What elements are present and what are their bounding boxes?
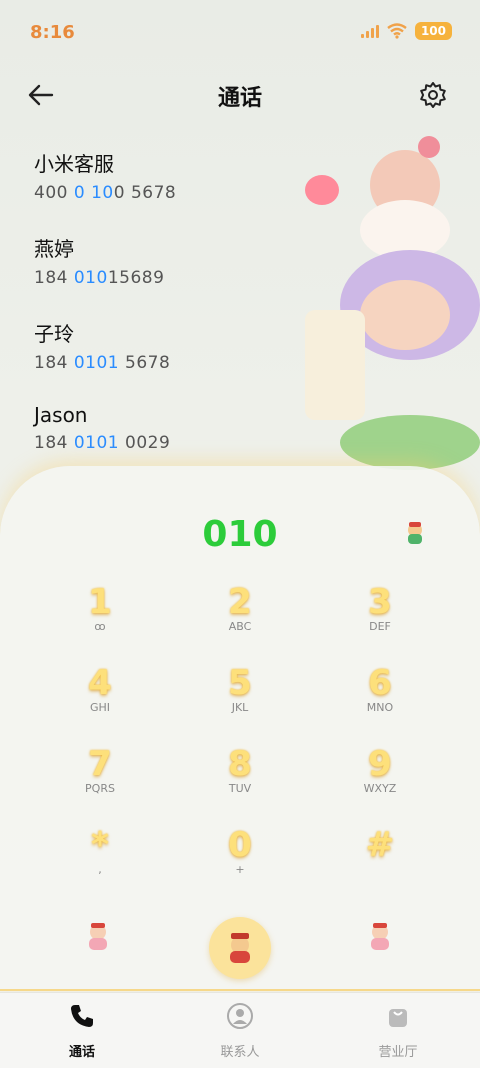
contact-name: 子玲 <box>34 322 74 346</box>
contact-name: 燕婷 <box>34 237 74 261</box>
mascot-illustration <box>300 130 480 470</box>
mascot-call-icon <box>230 933 250 963</box>
page-title: 通话 <box>217 86 262 111</box>
mascot-right-icon[interactable] <box>364 920 396 952</box>
contact-number: 184 0101 5678 <box>34 353 171 373</box>
key-star[interactable]: * , <box>40 825 160 895</box>
key-3[interactable]: 3 DEF <box>320 582 440 652</box>
contact-number: 184 0101 0029 <box>34 433 171 453</box>
gear-icon[interactable] <box>418 80 448 110</box>
tab-calls[interactable]: 通话 <box>22 1001 142 1060</box>
phone-icon <box>71 1005 93 1027</box>
call-button[interactable] <box>209 917 271 979</box>
contact-name: 小米客服 <box>34 152 114 176</box>
key-5[interactable]: 5 JKL <box>180 663 300 733</box>
contact-item[interactable]: 子玲 184 0101 5678 <box>34 318 294 403</box>
contact-number: 184 01015689 <box>34 268 165 288</box>
status-bar: 8:16 100 <box>0 0 480 64</box>
contact-item[interactable]: 燕婷 184 01015689 <box>34 233 294 318</box>
signal-icon <box>360 24 379 38</box>
status-time: 8:16 <box>30 22 75 43</box>
status-icons: 100 <box>360 22 452 40</box>
battery-icon: 100 <box>414 22 452 40</box>
key-4[interactable]: 4 GHI <box>40 663 160 733</box>
wifi-icon <box>387 23 407 39</box>
key-2[interactable]: 2 ABC <box>180 582 300 652</box>
contacts-icon <box>227 1003 253 1029</box>
key-7[interactable]: 7 PQRS <box>40 744 160 814</box>
recent-contacts-list: 小米客服 400 0 100 5678 燕婷 184 01015689 子玲 1… <box>34 148 294 488</box>
contact-item[interactable]: 小米客服 400 0 100 5678 <box>34 148 294 233</box>
contact-name: Jason <box>34 403 88 427</box>
key-8[interactable]: 8 TUV <box>180 744 300 814</box>
key-0[interactable]: 0 + <box>180 825 300 895</box>
tab-store[interactable]: 营业厅 <box>338 1001 458 1060</box>
contact-number: 400 0 100 5678 <box>34 183 177 203</box>
shopping-bag-icon <box>389 1009 407 1027</box>
mascot-left-icon[interactable] <box>82 920 114 952</box>
key-6[interactable]: 6 MNO <box>320 663 440 733</box>
bottom-nav: 通话 联系人 营业厅 <box>0 992 480 1068</box>
app-header: 通话 <box>0 70 480 120</box>
mascot-badge-icon[interactable] <box>402 520 428 546</box>
key-9[interactable]: 9 WXYZ <box>320 744 440 814</box>
tab-contacts[interactable]: 联系人 <box>180 1001 300 1060</box>
key-hash[interactable]: # <box>320 825 440 895</box>
key-1[interactable]: 1 ꝏ <box>40 582 160 652</box>
voicemail-icon: ꝏ <box>94 620 106 633</box>
